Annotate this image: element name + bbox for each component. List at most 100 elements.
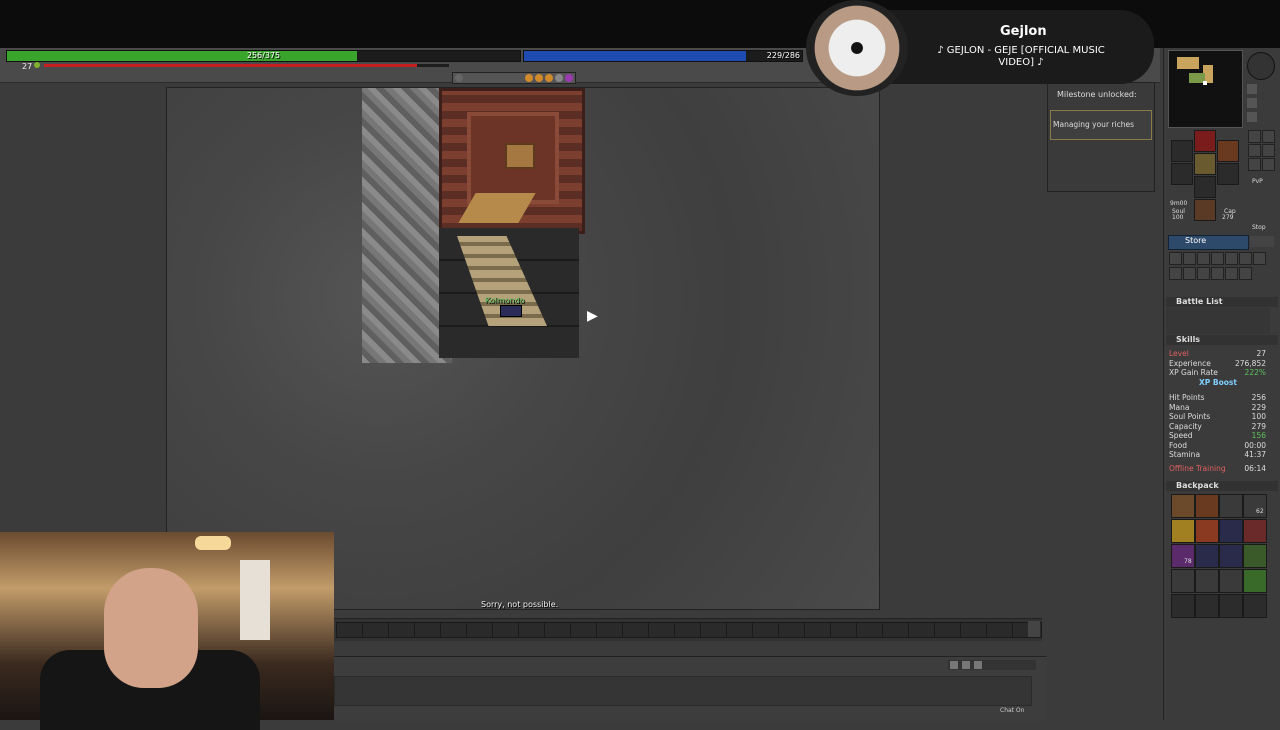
condition-icon-3 [545, 74, 553, 82]
quests-icon[interactable] [1253, 252, 1266, 265]
minimap-tile [1177, 57, 1199, 69]
character-sprite[interactable] [500, 305, 522, 317]
achievements-icon[interactable] [1197, 267, 1210, 280]
chest-object[interactable] [505, 143, 535, 169]
backpack-slot[interactable] [1219, 594, 1243, 618]
chat-on-button[interactable]: Chat On [1000, 707, 1024, 714]
chat-toolbar [948, 660, 1036, 670]
now-playing-title: ♪ GEJLON - GEJE [OFFICIAL MUSIC VIDEO] ♪ [937, 45, 1105, 68]
backpack-slot[interactable] [1243, 519, 1267, 543]
skill-row: Offline Training 06:14 [1169, 464, 1266, 473]
armor-slot[interactable] [1194, 153, 1216, 175]
chat-settings-icon[interactable] [950, 661, 958, 669]
level-icon [34, 62, 40, 68]
shield-slot[interactable] [1217, 163, 1239, 185]
skill-label: XP Boost [1199, 377, 1237, 387]
chase-mode-icon[interactable] [1262, 144, 1275, 157]
zoom-out-icon[interactable] [1247, 98, 1257, 108]
amulet-slot[interactable] [1171, 140, 1193, 162]
bestiary-icon[interactable] [1169, 267, 1182, 280]
chat-input[interactable] [334, 676, 1032, 706]
mouse-cursor-icon: ▶ [587, 308, 598, 324]
pvp-label: PvP [1252, 178, 1263, 185]
backpack-slot[interactable] [1219, 494, 1243, 518]
backpack-slot[interactable] [1219, 519, 1243, 543]
backpack-title: Backpack [1176, 481, 1219, 490]
floor-up-icon[interactable] [1247, 112, 1257, 122]
prey-icon[interactable] [1225, 267, 1238, 280]
backpack-slot[interactable] [1171, 494, 1195, 518]
minimap[interactable] [1168, 50, 1243, 128]
skill-row: Soul Points 100 [1169, 412, 1266, 421]
backpack-slot[interactable] [1243, 594, 1267, 618]
level-progress-bar [44, 64, 449, 67]
milestone-text: Managing your riches [1053, 120, 1134, 129]
backpack-slot[interactable] [1195, 594, 1219, 618]
backpack-slot[interactable] [1171, 594, 1195, 618]
backpack-slot[interactable] [1217, 140, 1239, 162]
backpack-stack-count: 62 [1256, 508, 1264, 515]
skill-value: 279 [1251, 421, 1266, 431]
backpack-slot[interactable] [1219, 544, 1243, 568]
hotbar-toggle-button[interactable] [1028, 621, 1040, 637]
expert-mode-icon[interactable] [1262, 158, 1275, 171]
compass-icon[interactable] [1247, 52, 1275, 80]
condition-icon-4 [555, 74, 563, 82]
skills-title: Skills [1176, 335, 1201, 344]
zoom-in-icon[interactable] [1247, 84, 1257, 94]
spells-icon[interactable] [1211, 252, 1224, 265]
condition-icon-1 [525, 74, 533, 82]
level-progress-fill [44, 64, 417, 67]
settings-icon[interactable] [1239, 252, 1252, 265]
time-label: 9m00 [1170, 200, 1188, 207]
legs-slot[interactable] [1194, 176, 1216, 198]
backpack-slot[interactable] [1171, 519, 1195, 543]
backpack-slot[interactable] [1171, 569, 1195, 593]
skill-label: Stamina [1169, 450, 1201, 459]
backpack-slot[interactable] [1243, 544, 1267, 568]
store-button[interactable] [1168, 235, 1249, 250]
skill-row: Speed 156 [1169, 431, 1266, 440]
menu-icon[interactable] [1250, 236, 1274, 247]
skill-row: Food 00:00 [1169, 441, 1266, 450]
vip-icon[interactable] [1197, 252, 1210, 265]
balanced-mode-icon[interactable] [1248, 144, 1261, 157]
backpack-slot[interactable] [1195, 544, 1219, 568]
webcam-person-face [104, 568, 198, 688]
market-icon[interactable] [1183, 267, 1196, 280]
skill-label: Hit Points [1169, 393, 1205, 402]
helmet-slot[interactable] [1194, 130, 1216, 152]
chat-options-icon[interactable] [974, 661, 982, 669]
skill-row: Level 27 [1169, 349, 1266, 358]
battle-list-title: Battle List [1176, 297, 1223, 306]
backpack-slot[interactable] [1195, 494, 1219, 518]
skill-row: XP Gain Rate 222% [1169, 368, 1266, 377]
weapon-slot[interactable] [1171, 163, 1193, 185]
skill-label: Speed [1169, 431, 1193, 440]
backpack-slot[interactable] [1195, 519, 1219, 543]
backpack-slot[interactable] [1195, 569, 1219, 593]
stop-label[interactable]: Stop [1252, 224, 1266, 231]
skills-icon[interactable] [1169, 252, 1182, 265]
backpack-slot[interactable] [1219, 569, 1243, 593]
skill-value: 41:37 [1244, 450, 1266, 459]
stop-attack-icon[interactable] [1248, 130, 1261, 143]
skill-label: Experience [1169, 358, 1211, 368]
backpack-slot[interactable] [1243, 569, 1267, 593]
skill-row: Capacity 279 [1169, 422, 1266, 431]
analytics-icon[interactable] [1211, 267, 1224, 280]
character-name: Kolmondo [485, 296, 525, 305]
close-icon[interactable] [455, 74, 463, 82]
help-icon[interactable] [1225, 252, 1238, 265]
boots-slot[interactable] [1194, 199, 1216, 221]
defensive-mode-icon[interactable] [1248, 158, 1261, 171]
skill-value: 222% [1244, 368, 1266, 377]
milestone-title: Milestone unlocked: [1057, 90, 1137, 99]
skill-label: Level [1169, 349, 1189, 358]
offensive-mode-icon[interactable] [1262, 130, 1275, 143]
add-icon[interactable] [1239, 267, 1252, 280]
chat-ignore-icon[interactable] [962, 661, 970, 669]
battle-icon[interactable] [1183, 252, 1196, 265]
store-label: Store [1185, 236, 1207, 245]
skill-value: 27 [1256, 349, 1266, 358]
